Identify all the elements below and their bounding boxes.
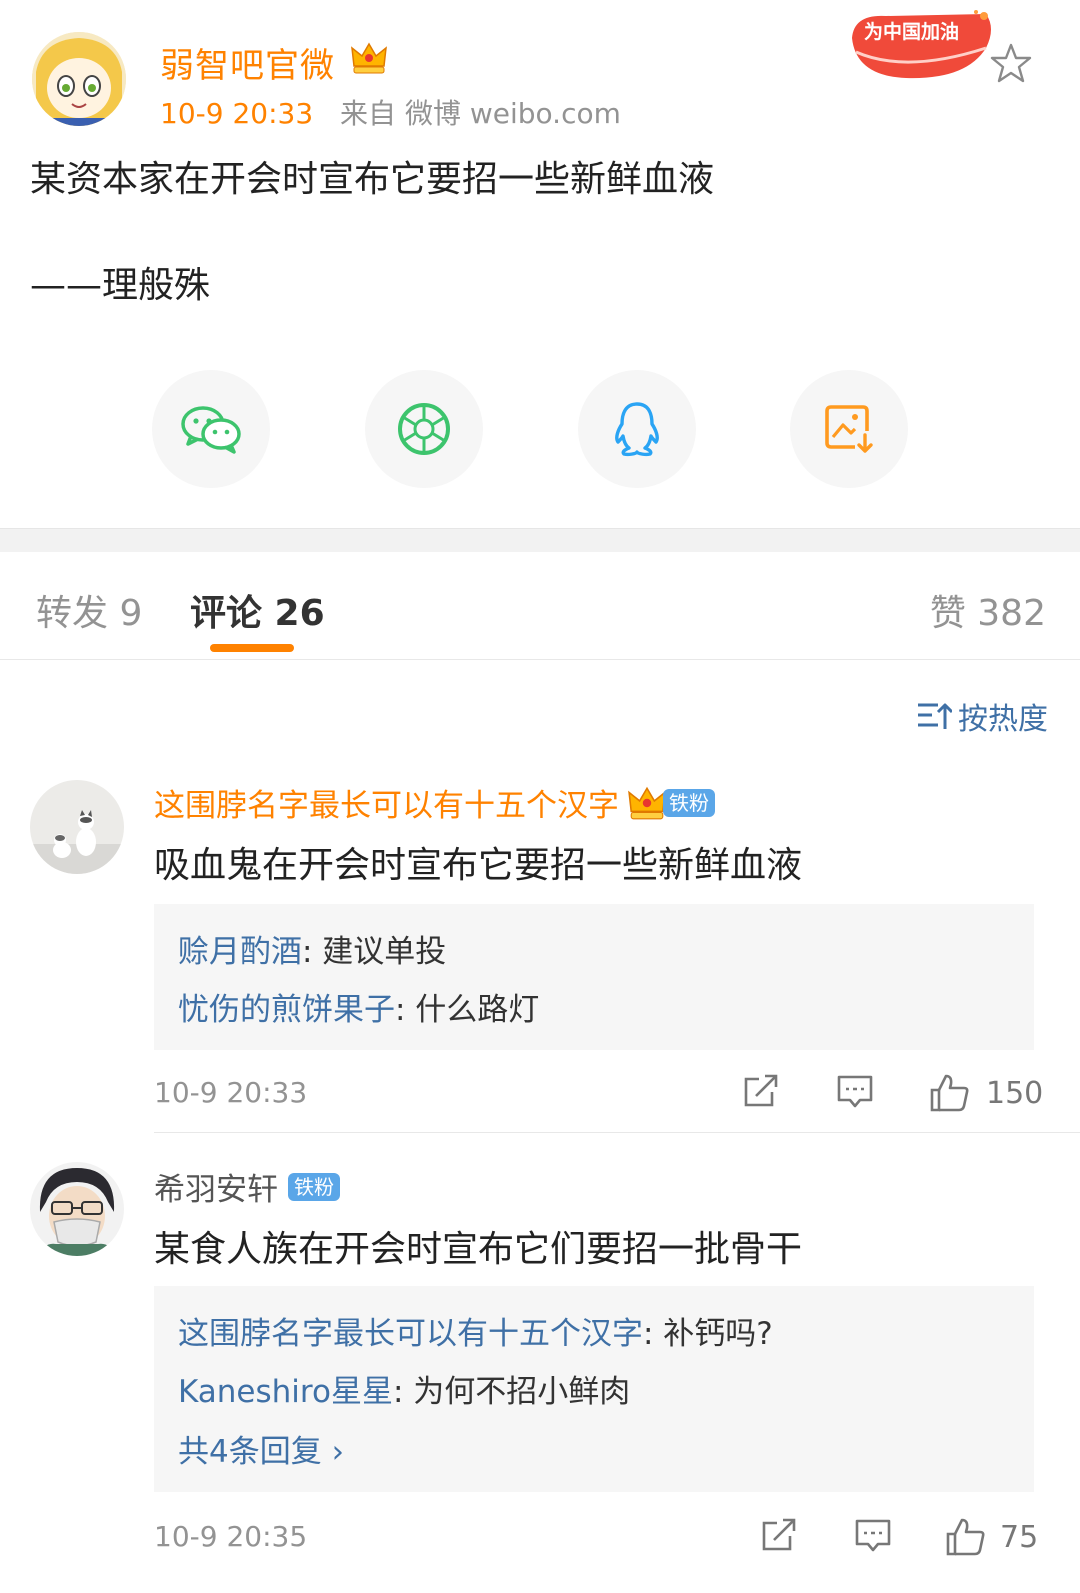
- author-name[interactable]: 弱智吧官微: [160, 38, 335, 87]
- reply-item: Kaneshiro星星: 为何不招小鲜肉: [178, 1366, 630, 1411]
- comment-separator: [154, 1132, 1080, 1133]
- post-time: 10-9 20:33: [160, 97, 314, 130]
- comment-time: 10-9 20:33: [154, 1076, 308, 1109]
- comment-item: 这围脖名字最长可以有十五个汉字 铁粉 吸血鬼在开会时宣布它要招一些新鲜血液 赊月…: [0, 778, 1080, 1133]
- reply-item: 这围脖名字最长可以有十五个汉字: 补钙吗?: [178, 1308, 773, 1353]
- favorite-star-icon[interactable]: [990, 42, 1032, 84]
- commenter-name-row: 这围脖名字最长可以有十五个汉字 铁粉: [154, 780, 715, 825]
- post-source: 来自 微博 weibo.com: [340, 97, 621, 130]
- share-qq-button[interactable]: [578, 370, 696, 488]
- post-meta: 10-9 20:33 来自 微博 weibo.com: [160, 92, 621, 132]
- tab-forward[interactable]: 转发 9: [36, 584, 142, 636]
- reply-text: : 什么路灯: [395, 992, 540, 1028]
- section-divider: [0, 528, 1080, 552]
- comment-icon[interactable]: [836, 1072, 874, 1110]
- qq-icon: [615, 402, 659, 457]
- vip-crown-icon: [628, 786, 666, 819]
- like-icon[interactable]: [944, 1516, 986, 1558]
- author-avatar[interactable]: [32, 32, 126, 126]
- commenter-name[interactable]: 希羽安轩: [154, 1164, 278, 1209]
- post-body: 某资本家在开会时宣布它要招一些新鲜血液: [30, 159, 715, 200]
- reply-item: 赊月酌酒: 建议单投: [178, 926, 446, 971]
- share-row: [0, 370, 1080, 490]
- commenter-avatar[interactable]: [30, 780, 124, 874]
- comment-item: 希羽安轩 铁粉 某食人族在开会时宣布它们要招一批骨干 这围脖名字最长可以有十五个…: [0, 1162, 1080, 1593]
- reply-user[interactable]: 赊月酌酒: [178, 934, 302, 970]
- post-card: 弱智吧官微 10-9 20:33 来自 微博 weibo.com 为中国加油 某…: [0, 0, 1080, 528]
- sort-button[interactable]: 按热度: [916, 694, 1048, 738]
- commenter-name[interactable]: 这围脖名字最长可以有十五个汉字: [154, 780, 619, 825]
- active-tab-indicator: [210, 644, 294, 652]
- more-replies-link[interactable]: 共4条回复 ›: [178, 1426, 344, 1471]
- china-cheer-badge[interactable]: 为中国加油: [846, 8, 996, 80]
- interaction-tabs: 转发 9 评论 26 赞 382: [0, 552, 1080, 660]
- like-count: 150: [986, 1076, 1044, 1111]
- save-image-icon: [825, 405, 873, 453]
- repost-icon[interactable]: [760, 1516, 798, 1554]
- reply-item: 忧伤的煎饼果子: 什么路灯: [178, 984, 539, 1029]
- tab-comment[interactable]: 评论 26: [190, 584, 325, 636]
- fan-badge: 铁粉: [663, 788, 715, 817]
- china-badge-text: 为中国加油: [864, 20, 959, 43]
- comment-time: 10-9 20:35: [154, 1520, 308, 1553]
- commenter-name-row: 希羽安轩 铁粉: [154, 1164, 340, 1209]
- comment-footer: 10-9 20:33 150: [154, 1072, 1043, 1116]
- reply-box[interactable]: 这围脖名字最长可以有十五个汉字: 补钙吗? Kaneshiro星星: 为何不招小…: [154, 1286, 1034, 1492]
- post-signature: ——理般殊: [30, 265, 211, 306]
- reply-text: : 补钙吗?: [643, 1316, 773, 1352]
- reply-user[interactable]: 这围脖名字最长可以有十五个汉字: [178, 1316, 643, 1352]
- repost-icon[interactable]: [742, 1072, 780, 1110]
- reply-text: : 建议单投: [302, 934, 447, 970]
- like-icon[interactable]: [928, 1072, 970, 1114]
- reply-text: : 为何不招小鲜肉: [392, 1374, 631, 1410]
- moments-icon: [398, 403, 450, 455]
- share-moments-button[interactable]: [365, 370, 483, 488]
- sort-label: 按热度: [958, 702, 1048, 737]
- sort-icon: [918, 703, 952, 729]
- comment-text: 某食人族在开会时宣布它们要招一批骨干: [154, 1229, 803, 1270]
- save-image-button[interactable]: [790, 370, 908, 488]
- wechat-icon: [181, 406, 241, 454]
- comment-icon[interactable]: [854, 1516, 892, 1554]
- vip-crown-icon: [350, 40, 388, 76]
- reply-box[interactable]: 赊月酌酒: 建议单投 忧伤的煎饼果子: 什么路灯: [154, 904, 1034, 1050]
- reply-user[interactable]: 忧伤的煎饼果子: [178, 992, 395, 1028]
- tab-like[interactable]: 赞 382: [930, 584, 1046, 636]
- share-wechat-button[interactable]: [152, 370, 270, 488]
- commenter-avatar[interactable]: [30, 1162, 124, 1256]
- comment-text: 吸血鬼在开会时宣布它要招一些新鲜血液: [154, 845, 803, 886]
- fan-badge: 铁粉: [288, 1172, 340, 1201]
- comment-footer: 10-9 20:35 75: [154, 1516, 1038, 1560]
- reply-user[interactable]: Kaneshiro星星: [178, 1374, 393, 1410]
- like-count: 75: [1000, 1520, 1039, 1555]
